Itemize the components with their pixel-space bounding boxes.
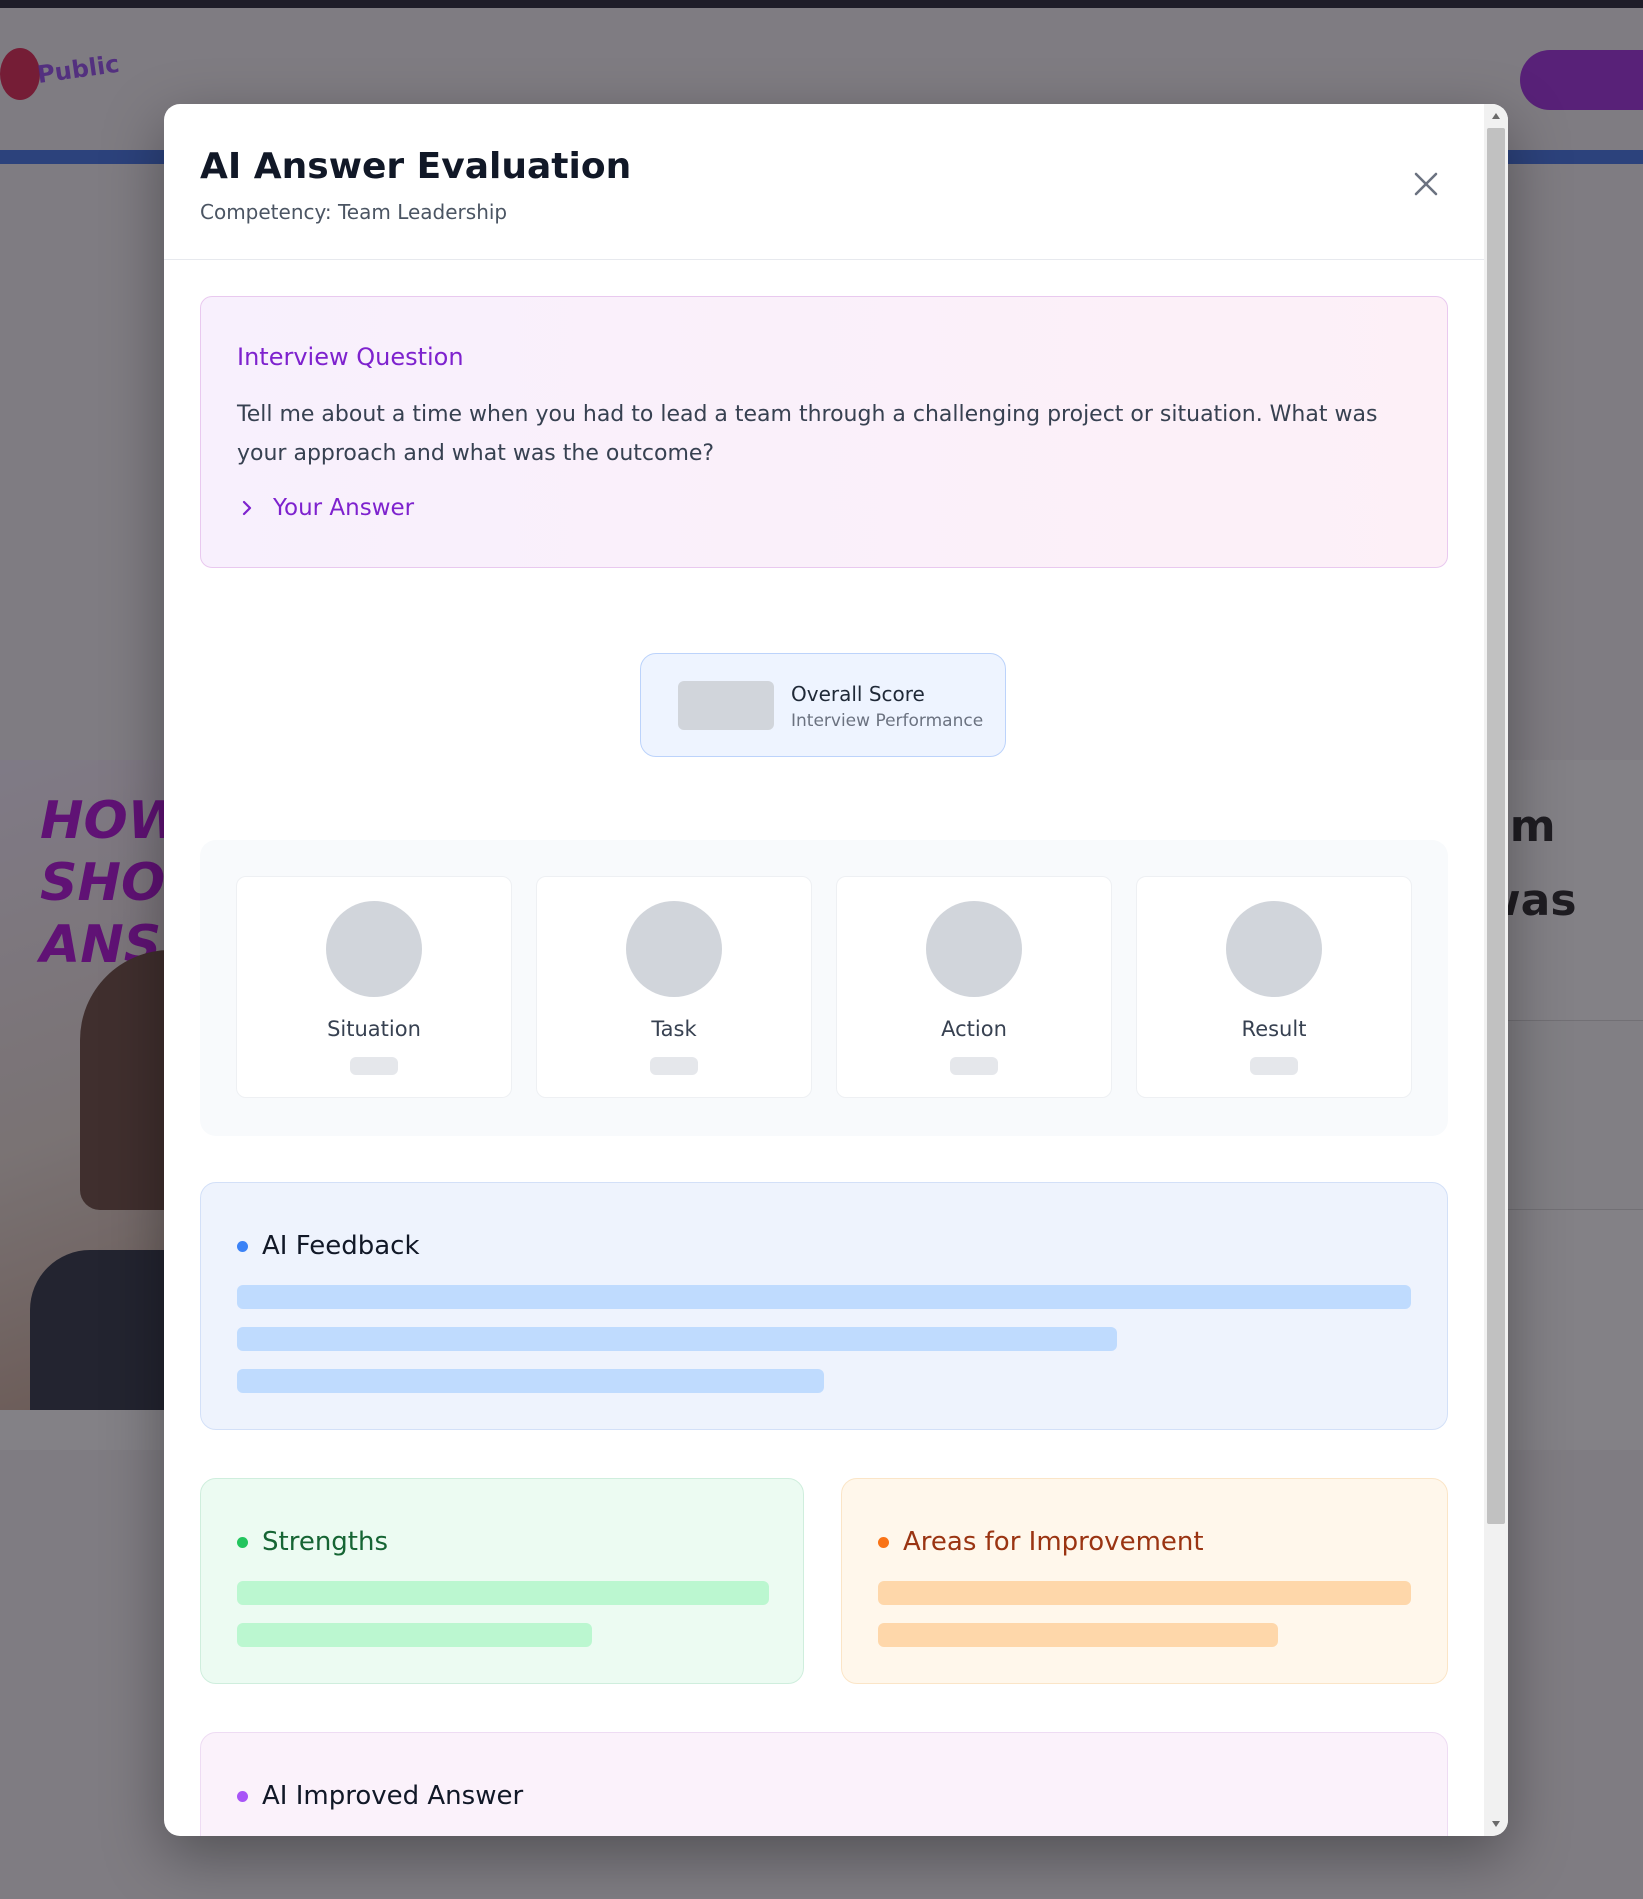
question-text: Tell me about a time when you had to lea…: [237, 402, 1378, 466]
ai-feedback-title: AI Feedback: [262, 1231, 420, 1261]
chevron-right-icon: [237, 498, 257, 518]
overall-score-card: Overall Score Interview Performance: [640, 653, 1006, 757]
star-label-situation: Situation: [327, 1017, 421, 1041]
improvement-dot-icon: [878, 1536, 889, 1548]
modal-header: AI Answer Evaluation Competency: Team Le…: [164, 104, 1484, 260]
improvement-skeleton-line-2: [878, 1623, 1278, 1647]
competency-label: Competency: Team Leadership: [200, 200, 508, 224]
ai-improved-answer-card: AI Improved Answer: [200, 1732, 1448, 1836]
strengths-title: Strengths: [262, 1527, 389, 1557]
star-label-action: Action: [941, 1017, 1007, 1041]
interview-question-card: Interview Question Tell me about a time …: [200, 296, 1448, 568]
close-icon: [1414, 172, 1438, 196]
star-card-action: Action: [836, 876, 1112, 1098]
ai-feedback-card: AI Feedback: [200, 1182, 1448, 1430]
feedback-dot-icon: [237, 1240, 248, 1252]
feedback-skeleton-line-1: [237, 1285, 1411, 1309]
modal-scrollbar[interactable]: [1484, 104, 1508, 1836]
evaluation-modal: AI Answer Evaluation Competency: Team Le…: [164, 104, 1508, 1836]
your-answer-toggle[interactable]: Your Answer: [237, 495, 414, 521]
task-rating-skeleton: [650, 1057, 698, 1075]
star-label-task: Task: [651, 1017, 697, 1041]
triangle-up-icon: [1492, 113, 1500, 119]
scroll-down-arrow[interactable]: [1484, 1812, 1508, 1836]
improved-answer-dot-icon: [237, 1790, 248, 1802]
improvement-skeleton-line-1: [878, 1581, 1411, 1605]
situation-rating-skeleton: [350, 1057, 398, 1075]
strengths-dot-icon: [237, 1536, 248, 1548]
areas-for-improvement-card: Areas for Improvement: [841, 1478, 1448, 1684]
star-card-situation: Situation: [236, 876, 512, 1098]
scroll-up-arrow[interactable]: [1484, 104, 1508, 128]
action-score-skeleton: [926, 901, 1022, 997]
overall-score-sublabel: Interview Performance: [791, 711, 984, 731]
strengths-card: Strengths: [200, 1478, 804, 1684]
ai-improved-answer-title: AI Improved Answer: [262, 1781, 524, 1811]
task-score-skeleton: [626, 901, 722, 997]
feedback-skeleton-line-3: [237, 1369, 824, 1393]
modal-title: AI Answer Evaluation: [200, 146, 632, 187]
result-rating-skeleton: [1250, 1057, 1298, 1075]
scrollbar-thumb[interactable]: [1487, 128, 1505, 1524]
strengths-skeleton-line-1: [237, 1581, 769, 1605]
action-rating-skeleton: [950, 1057, 998, 1075]
close-button[interactable]: [1404, 162, 1448, 206]
question-heading: Interview Question: [237, 343, 464, 371]
your-answer-label: Your Answer: [273, 495, 415, 521]
triangle-down-icon: [1492, 1821, 1500, 1827]
star-breakdown-panel: Situation Task Action Result: [200, 840, 1448, 1136]
star-card-result: Result: [1136, 876, 1412, 1098]
modal-scroll-area[interactable]: AI Answer Evaluation Competency: Team Le…: [164, 104, 1484, 1836]
situation-score-skeleton: [326, 901, 422, 997]
star-card-task: Task: [536, 876, 812, 1098]
result-score-skeleton: [1226, 901, 1322, 997]
overall-score-label: Overall Score: [791, 682, 925, 706]
areas-for-improvement-title: Areas for Improvement: [903, 1527, 1204, 1557]
star-label-result: Result: [1241, 1017, 1307, 1041]
score-value-skeleton: [678, 681, 774, 730]
strengths-skeleton-line-2: [237, 1623, 592, 1647]
feedback-skeleton-line-2: [237, 1327, 1117, 1351]
